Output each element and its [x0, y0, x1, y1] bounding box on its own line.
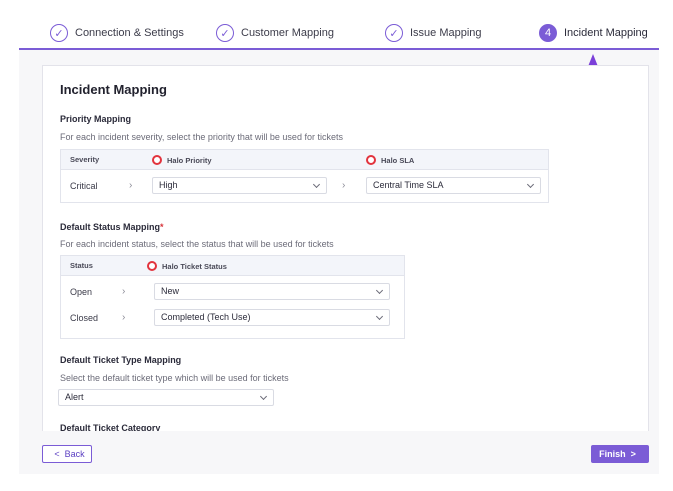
halo-ring-icon: [147, 261, 157, 271]
chevron-left-icon: <: [54, 449, 60, 459]
halo-ring-icon: [366, 155, 376, 165]
wizard-footer: [19, 431, 659, 474]
table-row: Open › New: [61, 279, 404, 305]
incident-mapping-card: Incident Mapping Priority Mapping For ea…: [42, 65, 649, 431]
table-row: Critical › High › Central Time SLA: [61, 173, 548, 199]
check-circle-icon: ✓: [385, 24, 403, 42]
status-value: Open: [70, 287, 93, 297]
check-circle-icon: ✓: [216, 24, 234, 42]
halo-sla-select[interactable]: Central Time SLA: [366, 177, 541, 194]
chevron-down-icon: [375, 312, 384, 321]
severity-value: Critical: [70, 181, 98, 191]
status-mapping-table: Status Halo Ticket Status Open › New Clo…: [60, 255, 405, 339]
status-mapping-heading: Default Status Mapping*: [60, 222, 164, 232]
required-marker: *: [160, 222, 164, 232]
finish-button-label: Finish: [599, 449, 626, 459]
column-header-halo-sla: Halo SLA: [366, 155, 414, 165]
chevron-right-icon: ›: [129, 180, 133, 191]
chevron-right-icon: ›: [122, 312, 126, 323]
priority-mapping-description: For each incident severity, select the p…: [60, 132, 343, 142]
step-label: Issue Mapping: [410, 27, 482, 39]
step-customer-mapping[interactable]: ✓ Customer Mapping: [216, 22, 334, 44]
chevron-down-icon: [526, 180, 535, 189]
priority-mapping-table: Severity Halo Priority Halo SLA Critical…: [60, 149, 549, 203]
halo-ticket-status-select[interactable]: New: [154, 283, 390, 300]
back-button-label: Back: [64, 449, 85, 459]
chevron-down-icon: [259, 392, 268, 401]
chevron-right-icon: >: [630, 449, 636, 459]
chevron-down-icon: [312, 180, 321, 189]
chevron-right-icon: ›: [122, 286, 126, 297]
chevron-down-icon: [375, 286, 384, 295]
ticket-category-heading: Default Ticket Category: [60, 423, 161, 431]
ticket-type-select[interactable]: Alert: [58, 389, 274, 406]
column-header-halo-priority: Halo Priority: [152, 155, 212, 165]
step-label: Customer Mapping: [241, 27, 334, 39]
page-title: Incident Mapping: [60, 82, 167, 97]
ticket-type-heading: Default Ticket Type Mapping: [60, 355, 182, 365]
status-value: Closed: [70, 313, 99, 323]
table-row: Closed › Completed (Tech Use): [61, 305, 404, 331]
step-issue-mapping[interactable]: ✓ Issue Mapping: [385, 22, 482, 44]
table-header: Status Halo Ticket Status: [61, 256, 404, 276]
status-mapping-description: For each incident status, select the sta…: [60, 239, 334, 249]
step-label: Connection & Settings: [75, 27, 184, 39]
priority-mapping-heading: Priority Mapping: [60, 114, 132, 124]
halo-ring-icon: [152, 155, 162, 165]
back-button[interactable]: < Back: [42, 445, 92, 463]
step-incident-mapping[interactable]: 4 Incident Mapping: [539, 22, 648, 44]
halo-priority-select[interactable]: High: [152, 177, 327, 194]
ticket-type-description: Select the default ticket type which wil…: [60, 373, 289, 383]
table-header: Severity Halo Priority Halo SLA: [61, 150, 548, 170]
finish-button[interactable]: Finish >: [591, 445, 649, 463]
column-header-halo-ticket-status: Halo Ticket Status: [147, 261, 227, 271]
wizard-stepper: ✓ Connection & Settings ✓ Customer Mappi…: [19, 16, 659, 50]
number-circle-icon: 4: [539, 24, 557, 42]
column-header-severity: Severity: [70, 155, 100, 164]
step-connection-settings[interactable]: ✓ Connection & Settings: [50, 22, 184, 44]
check-circle-icon: ✓: [50, 24, 68, 42]
chevron-right-icon: ›: [342, 180, 346, 191]
halo-ticket-status-select[interactable]: Completed (Tech Use): [154, 309, 390, 326]
step-label: Incident Mapping: [564, 27, 648, 39]
column-header-status: Status: [70, 261, 93, 270]
